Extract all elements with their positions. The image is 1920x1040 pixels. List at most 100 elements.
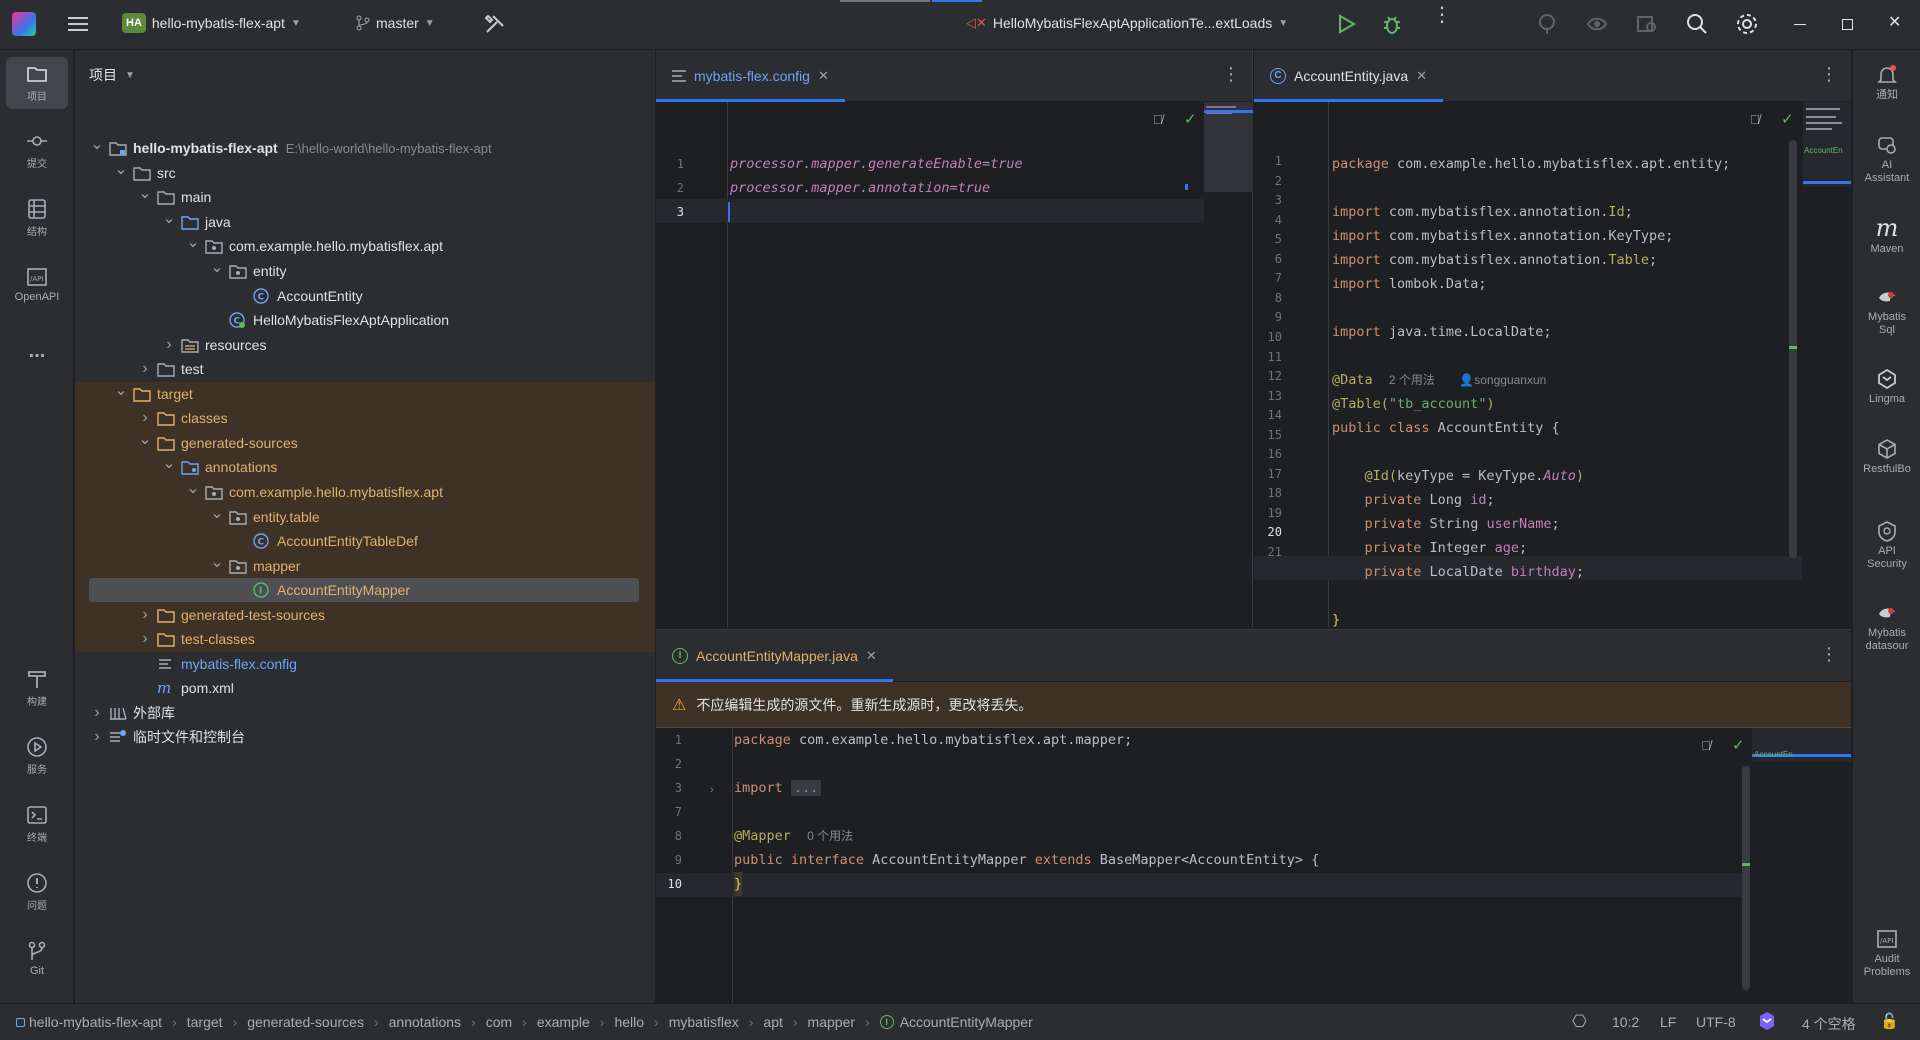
tree-item[interactable]: C AccountEntityTableDef <box>75 528 655 554</box>
readonly-lock-icon[interactable]: 🔓 <box>1880 1012 1899 1030</box>
fold-expand-icon[interactable]: › <box>710 784 714 796</box>
settings-gear-icon[interactable] <box>1736 13 1758 35</box>
tree-item[interactable]: I AccountEntityMapper <box>75 577 655 603</box>
editor-more-icon[interactable]: ⋮ <box>1820 644 1838 665</box>
maximize-window-icon[interactable] <box>1842 19 1853 30</box>
tab-account-entity[interactable]: C AccountEntity.java ✕ <box>1254 50 1444 102</box>
more-actions-icon[interactable]: ⋮ <box>1432 5 1452 25</box>
ide-logo-icon[interactable] <box>12 12 36 36</box>
tool-project[interactable]: 项目 <box>6 57 68 109</box>
indent-setting[interactable]: 4 个空格 <box>1802 1014 1856 1034</box>
chevron-right-icon[interactable]: › <box>137 409 153 427</box>
chevron-down-icon[interactable]: ⌄ <box>209 552 225 572</box>
breadcrumb-item[interactable]: annotations <box>389 1014 461 1030</box>
coverage-icon[interactable] <box>1586 13 1608 35</box>
minimize-window-icon[interactable] <box>1794 24 1806 25</box>
tree-item[interactable]: mybatis-flex.config <box>75 652 655 677</box>
chevron-right-icon[interactable]: › <box>137 360 153 378</box>
branch-switcher[interactable]: master ▼ <box>356 15 435 31</box>
file-encoding[interactable]: UTF-8 <box>1696 1014 1736 1030</box>
tool-services[interactable]: 服务 <box>6 736 68 776</box>
folded-imports[interactable]: ... <box>790 780 822 796</box>
tree-item[interactable]: › generated-test-sources <box>75 602 655 627</box>
editor-scrollbar[interactable] <box>1742 766 1750 990</box>
indexing-icon[interactable]: ⎔ <box>1572 1012 1587 1032</box>
tree-item[interactable]: ⌄ main <box>75 185 655 210</box>
breadcrumb-item[interactable]: generated-sources <box>247 1014 364 1030</box>
project-switcher[interactable]: HA hello-mybatis-flex-apt ▼ <box>122 13 301 33</box>
tree-item[interactable]: ⌄ entity.table <box>75 504 655 529</box>
tab-mybatis-flex-config[interactable]: mybatis-flex.config ✕ <box>656 50 845 102</box>
breadcrumb-item[interactable]: AccountEntityMapper <box>900 1014 1033 1030</box>
code-area[interactable]: package com.example.hello.mybatisflex.ap… <box>1332 102 1730 628</box>
close-tab-icon[interactable]: ✕ <box>1416 68 1427 84</box>
editor-more-icon[interactable]: ⋮ <box>1820 64 1838 85</box>
tool-structure[interactable]: 结构 <box>6 198 68 238</box>
tree-item[interactable]: C AccountEntity <box>75 283 655 308</box>
chevron-right-icon[interactable]: › <box>89 704 105 722</box>
close-window-icon[interactable]: ✕ <box>1888 12 1901 32</box>
chevron-down-icon[interactable]: ⌄ <box>209 503 225 523</box>
tree-item[interactable]: › resources <box>75 332 655 357</box>
profiler-icon[interactable] <box>1536 13 1558 35</box>
caret-position[interactable]: 10:2 <box>1612 1014 1639 1030</box>
project-panel-header[interactable]: 项目 ▼ <box>75 50 655 100</box>
close-tab-icon[interactable]: ✕ <box>818 68 829 84</box>
chevron-down-icon[interactable]: ⌄ <box>161 208 177 228</box>
main-menu-icon[interactable] <box>66 12 90 36</box>
reader-mode-icon[interactable]: 👁̸ <box>1153 112 1163 127</box>
tree-item[interactable]: C HelloMybatisFlexAptApplication <box>75 308 655 333</box>
tool-lingma[interactable]: Lingma <box>1853 368 1920 406</box>
breadcrumb-item[interactable]: mybatisflex <box>669 1014 739 1030</box>
chevron-right-icon[interactable]: › <box>161 336 177 354</box>
run-icon[interactable] <box>1338 14 1356 34</box>
chevron-down-icon[interactable]: ⌄ <box>185 478 201 498</box>
tool-openapi[interactable]: /API OpenAPI <box>6 266 68 303</box>
tool-notifications[interactable]: 通知 <box>1853 64 1920 102</box>
tree-item[interactable]: › classes <box>75 406 655 431</box>
chevron-right-icon[interactable]: › <box>137 630 153 648</box>
chevron-down-icon[interactable]: ⌄ <box>137 429 153 449</box>
tree-item[interactable]: ⌄ src <box>75 161 655 186</box>
tree-item[interactable]: ⌄ java <box>75 210 655 235</box>
tool-restfulbox[interactable]: RestfulBo <box>1853 438 1920 476</box>
tree-item[interactable]: › test-classes <box>75 627 655 652</box>
tree-item[interactable]: › 临时文件和控制台 <box>75 725 655 750</box>
debug-icon[interactable] <box>1382 13 1402 35</box>
tree-item[interactable]: › 外部库 <box>75 701 655 726</box>
run-config-selector[interactable]: ◁✕ HelloMybatisFlexAptApplicationTe...ex… <box>966 15 1288 31</box>
tool-audit-problems[interactable]: /API Audit Problems <box>1853 928 1920 979</box>
tool-mybatis-sql[interactable]: Mybatis Sql <box>1853 286 1920 337</box>
code-area[interactable]: package com.example.hello.mybatisflex.ap… <box>734 728 1319 896</box>
chevron-down-icon[interactable]: ⌄ <box>113 159 129 179</box>
chevron-down-icon[interactable]: ⌄ <box>185 232 201 252</box>
tree-item[interactable]: › test <box>75 357 655 382</box>
tools-icon[interactable] <box>484 13 506 35</box>
tool-terminal[interactable]: 终端 <box>6 804 68 844</box>
chevron-down-icon[interactable]: ⌄ <box>89 134 105 154</box>
code-area[interactable]: processor.mapper.generateEnable=true pro… <box>728 102 1023 222</box>
tool-commit[interactable]: 提交 <box>6 130 68 170</box>
reader-mode-icon[interactable]: 👁̸ <box>1701 738 1711 753</box>
ai-status-icon[interactable] <box>1756 1010 1778 1035</box>
breadcrumb-item[interactable]: mapper <box>808 1014 855 1030</box>
usages-hint[interactable]: 2 个用法 <box>1389 373 1435 387</box>
breadcrumb-item[interactable]: hello-mybatis-flex-apt <box>29 1014 162 1030</box>
tree-item[interactable]: ⌄ mapper <box>75 553 655 578</box>
tree-item[interactable]: ⌄ hello-mybatis-flex-apt E:\hello-world\he… <box>75 136 655 161</box>
chevron-down-icon[interactable]: ⌄ <box>137 183 153 203</box>
close-tab-icon[interactable]: ✕ <box>866 648 877 664</box>
chevron-right-icon[interactable]: › <box>137 606 153 624</box>
tree-item[interactable]: ⌄ com.example.hello.mybatisflex.apt <box>75 234 655 259</box>
tool-ai-assistant[interactable]: AI Assistant <box>1853 134 1920 185</box>
tool-git[interactable]: Git <box>6 940 68 977</box>
chevron-down-icon[interactable]: ⌄ <box>209 257 225 277</box>
breadcrumb-item[interactable]: example <box>537 1014 590 1030</box>
tool-problems[interactable]: 问题 <box>6 872 68 912</box>
editor-scrollbar[interactable] <box>1789 140 1797 558</box>
search-icon[interactable] <box>1686 13 1708 35</box>
breadcrumb-item[interactable]: hello <box>614 1014 644 1030</box>
breadcrumb-item[interactable]: target <box>187 1014 223 1030</box>
tree-item[interactable]: ⌄ entity <box>75 259 655 284</box>
editor-more-icon[interactable]: ⋮ <box>1222 64 1240 85</box>
